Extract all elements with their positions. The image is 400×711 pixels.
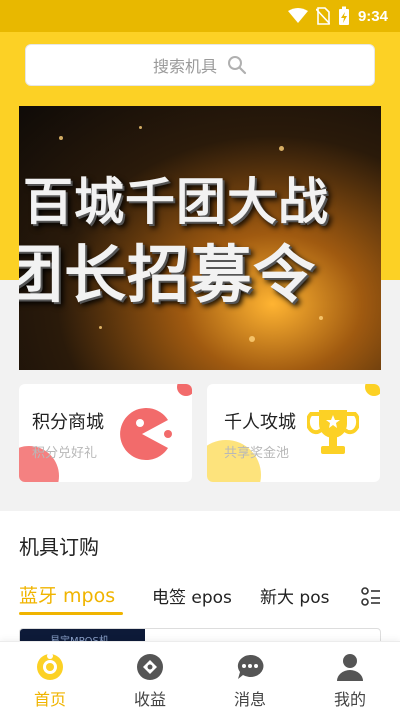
battery-charging-icon xyxy=(338,6,349,25)
search-placeholder: 搜索机具 xyxy=(152,57,217,76)
banner-spark xyxy=(99,326,102,329)
nav-home[interactable]: 首页 xyxy=(10,652,90,710)
status-bar: 9:34 xyxy=(0,0,400,32)
search-icon xyxy=(228,56,247,75)
promo-banner[interactable]: 百城千团大战 团长招募令 xyxy=(19,106,381,370)
nav-label: 首页 xyxy=(33,690,66,709)
nav-label: 消息 xyxy=(233,690,266,709)
nav-messages[interactable]: 消息 xyxy=(210,652,290,710)
card-subtitle: 积分兑好礼 xyxy=(32,446,98,461)
points-mall-card[interactable]: 积分商城 积分兑好礼 xyxy=(19,384,192,482)
nav-earnings[interactable]: 收益 xyxy=(110,652,190,710)
pacman-icon xyxy=(120,408,172,460)
wifi-icon xyxy=(287,8,308,23)
section-title: 机具订购 xyxy=(19,535,99,559)
banner-spark xyxy=(249,336,255,342)
search-bar[interactable]: 搜索机具 xyxy=(25,44,375,86)
tab-esign-epos[interactable]: 电签 epos xyxy=(152,583,232,608)
tab-bluetooth-mpos[interactable]: 蓝牙 mpos xyxy=(19,581,115,608)
card-decoration xyxy=(365,384,380,396)
nav-label: 收益 xyxy=(133,690,166,709)
card-subtitle: 共享奖金池 xyxy=(224,446,290,461)
banner-subheadline: 团长招募令 xyxy=(19,238,317,311)
trophy-icon xyxy=(307,410,359,454)
category-list-icon[interactable] xyxy=(361,587,381,607)
siege-event-card[interactable]: 千人攻城 共享奖金池 xyxy=(207,384,380,482)
profile-icon xyxy=(337,654,363,681)
active-tab-indicator xyxy=(19,612,123,615)
bottom-navigation: 首页 收益 消息 我的 xyxy=(0,641,400,711)
no-sim-icon xyxy=(315,7,330,25)
nav-label: 我的 xyxy=(333,690,366,709)
card-title: 积分商城 xyxy=(32,412,104,433)
nav-profile[interactable]: 我的 xyxy=(310,652,390,710)
banner-spark xyxy=(139,126,142,129)
status-icons: 9:34 xyxy=(287,6,388,26)
banner-spark xyxy=(59,136,63,140)
category-tabs: 蓝牙 mpos 电签 epos 新大 pos xyxy=(19,581,381,615)
banner-spark xyxy=(279,146,284,151)
banner-spark xyxy=(319,316,323,320)
home-icon xyxy=(37,653,63,680)
card-decoration xyxy=(177,384,192,396)
card-title: 千人攻城 xyxy=(224,412,296,433)
earnings-icon xyxy=(137,654,163,680)
tab-xinda-pos[interactable]: 新大 pos xyxy=(260,583,329,608)
message-icon xyxy=(237,654,264,679)
status-time: 9:34 xyxy=(357,7,388,25)
